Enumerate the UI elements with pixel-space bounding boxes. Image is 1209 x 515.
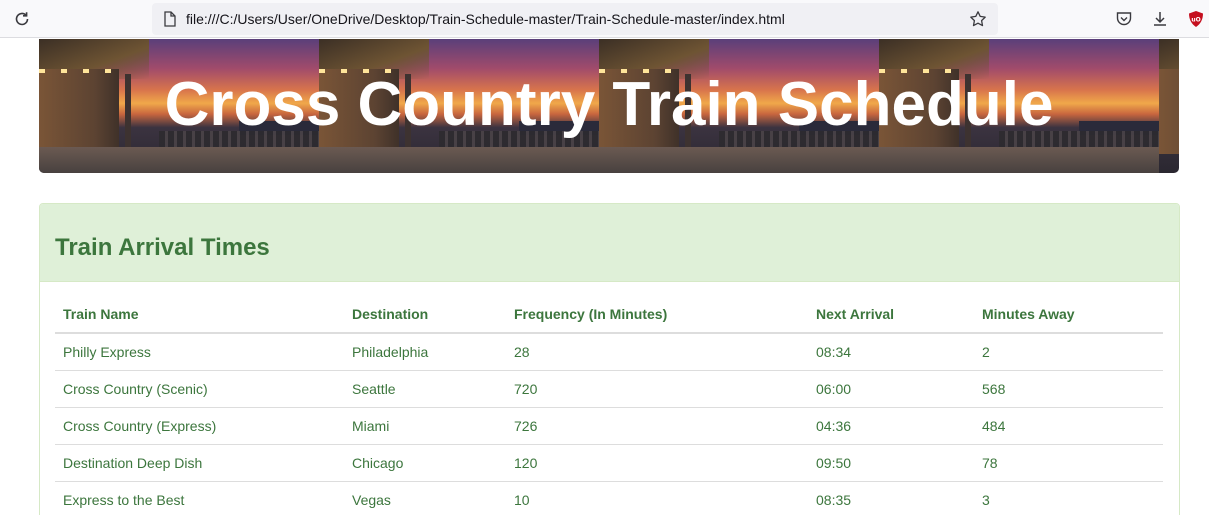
column-header-train-name: Train Name — [55, 296, 344, 334]
cell-destination: Seattle — [344, 370, 506, 408]
cell-destination: Vegas — [344, 481, 506, 515]
cell-frequency: 726 — [506, 407, 808, 445]
cell-next-arrival: 04:36 — [808, 407, 974, 445]
page-title: Cross Country Train Schedule — [164, 70, 1054, 139]
download-icon[interactable] — [1150, 9, 1170, 29]
cell-destination: Chicago — [344, 444, 506, 482]
address-bar[interactable]: file:///C:/Users/User/OneDrive/Desktop/T… — [152, 3, 998, 35]
table-row: Cross Country (Scenic) Seattle 720 06:00… — [55, 370, 1163, 408]
cell-next-arrival: 08:35 — [808, 481, 974, 515]
panel-heading: Train Arrival Times — [40, 204, 1179, 282]
cell-minutes-away: 568 — [974, 370, 1163, 408]
cell-minutes-away: 2 — [974, 333, 1163, 371]
cell-frequency: 10 — [506, 481, 808, 515]
column-header-minutes-away: Minutes Away — [974, 296, 1163, 334]
column-header-next-arrival: Next Arrival — [808, 296, 974, 334]
column-header-frequency: Frequency (In Minutes) — [506, 296, 808, 334]
train-table: Train Name Destination Frequency (In Min… — [55, 296, 1163, 515]
cell-frequency: 120 — [506, 444, 808, 482]
cell-minutes-away: 484 — [974, 407, 1163, 445]
bookmark-star-icon[interactable] — [968, 9, 988, 29]
page-icon — [162, 11, 178, 27]
svg-text:uO: uO — [1191, 17, 1200, 24]
column-header-destination: Destination — [344, 296, 506, 334]
pocket-icon[interactable] — [1114, 9, 1134, 29]
table-header-row: Train Name Destination Frequency (In Min… — [55, 296, 1163, 334]
table-row: Express to the Best Vegas 10 08:35 3 — [55, 481, 1163, 515]
cell-next-arrival: 06:00 — [808, 370, 974, 408]
cell-next-arrival: 08:34 — [808, 333, 974, 371]
cell-frequency: 720 — [506, 370, 808, 408]
header-banner: Cross Country Train Schedule — [39, 39, 1179, 173]
cell-train-name: Express to the Best — [55, 481, 344, 515]
train-panel: Train Arrival Times Train Name Destinati… — [39, 203, 1180, 515]
cell-destination: Philadelphia — [344, 333, 506, 371]
cell-minutes-away: 78 — [974, 444, 1163, 482]
table-row: Cross Country (Express) Miami 726 04:36 … — [55, 407, 1163, 445]
cell-destination: Miami — [344, 407, 506, 445]
cell-train-name: Cross Country (Express) — [55, 407, 344, 445]
cell-next-arrival: 09:50 — [808, 444, 974, 482]
table-row: Philly Express Philadelphia 28 08:34 2 — [55, 333, 1163, 371]
url-text[interactable]: file:///C:/Users/User/OneDrive/Desktop/T… — [186, 11, 785, 27]
cell-train-name: Destination Deep Dish — [55, 444, 344, 482]
cell-frequency: 28 — [506, 333, 808, 371]
cell-train-name: Cross Country (Scenic) — [55, 370, 344, 408]
browser-toolbar: file:///C:/Users/User/OneDrive/Desktop/T… — [0, 0, 1209, 38]
reload-icon[interactable] — [11, 8, 33, 30]
panel-title: Train Arrival Times — [55, 234, 270, 261]
cell-train-name: Philly Express — [55, 333, 344, 371]
cell-minutes-away: 3 — [974, 481, 1163, 515]
table-row: Destination Deep Dish Chicago 120 09:50 … — [55, 444, 1163, 482]
ublock-origin-icon[interactable]: uO — [1186, 9, 1206, 29]
